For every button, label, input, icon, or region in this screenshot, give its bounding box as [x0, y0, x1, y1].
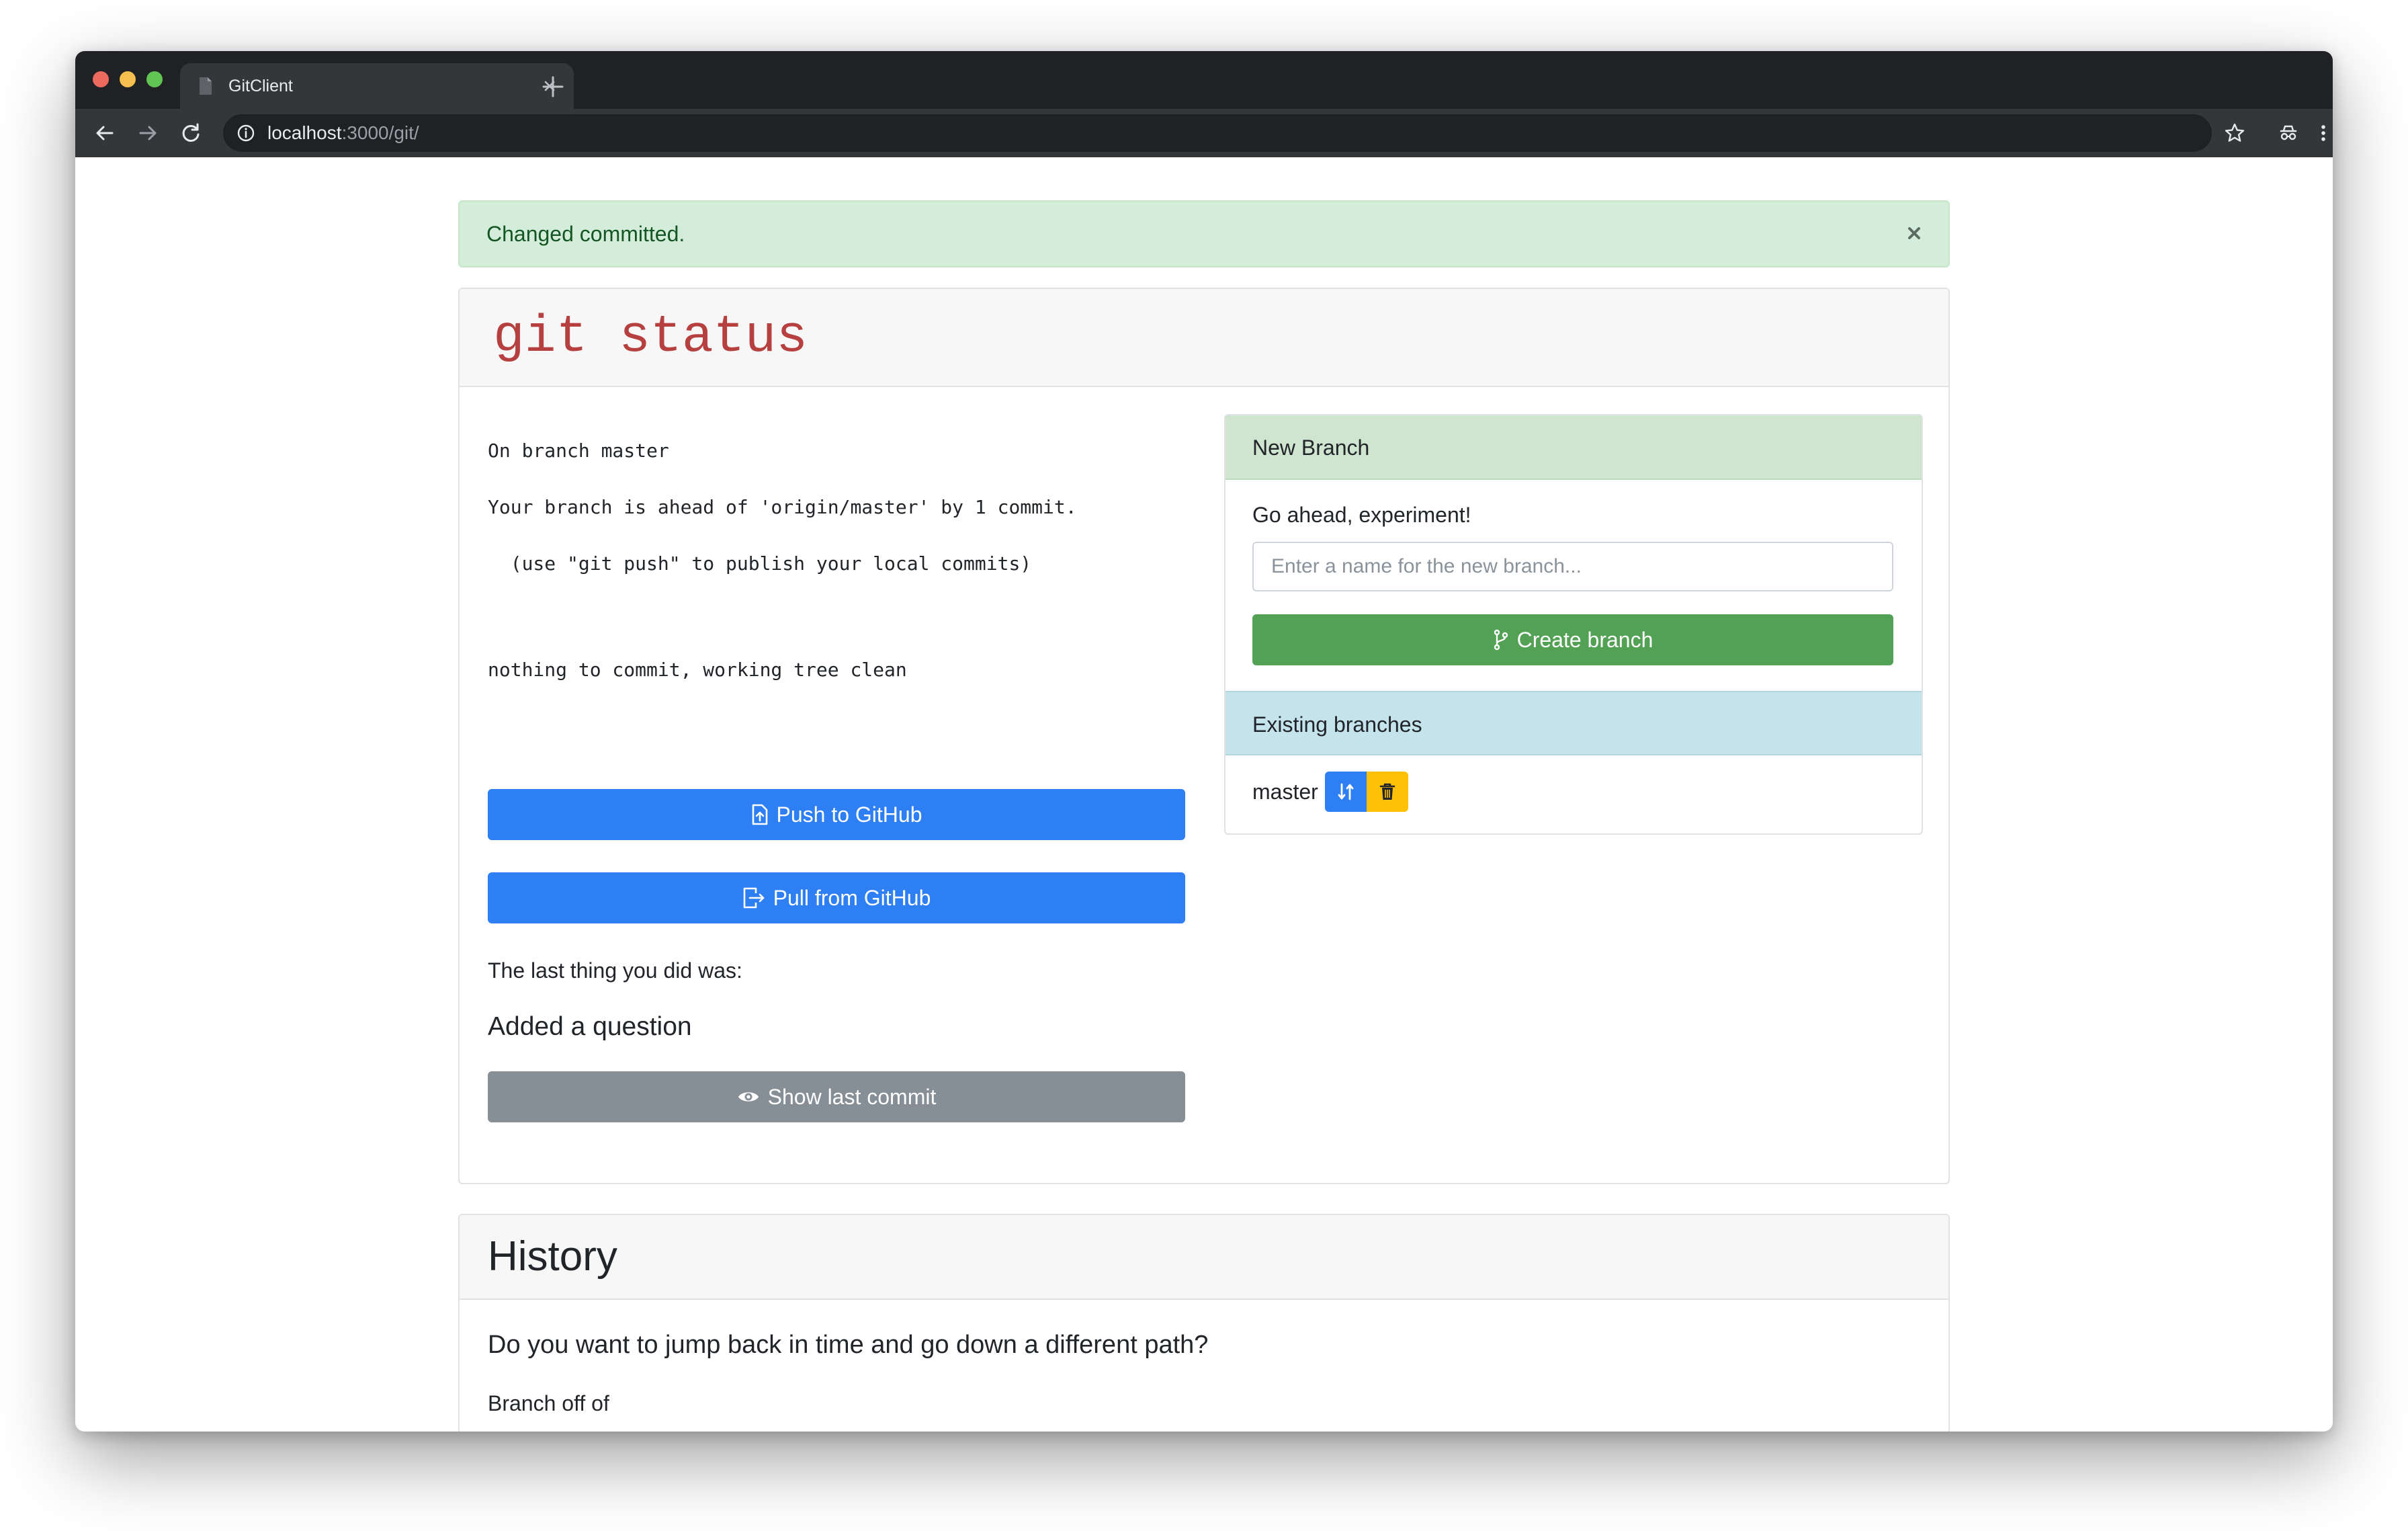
- status-output-line: On branch master: [488, 440, 669, 462]
- bookmark-star-icon[interactable]: [2223, 121, 2247, 145]
- eye-icon: [738, 1092, 759, 1102]
- url-path: :3000/git/: [341, 122, 419, 143]
- code-branch-icon: [1494, 629, 1508, 651]
- file-upload-icon: [752, 804, 767, 825]
- new-branch-prompt: Go ahead, experiment!: [1252, 503, 1471, 527]
- url-host: localhost: [267, 122, 342, 143]
- forward-arrow-icon[interactable]: [136, 121, 160, 145]
- tab-title: GitClient: [228, 77, 293, 95]
- branch-panel: New Branch Go ahead, experiment! Enter a…: [1224, 414, 1923, 835]
- reload-icon[interactable]: [179, 121, 203, 145]
- minimize-window-button[interactable]: [120, 71, 136, 87]
- browser-window: GitClient localhost:3000/git/ Changed co…: [75, 51, 2333, 1432]
- history-title: History: [488, 1233, 617, 1280]
- address-bar[interactable]: localhost:3000/git/: [223, 114, 2212, 152]
- url-text: localhost:3000/git/: [267, 114, 419, 152]
- incognito-icon[interactable]: [2276, 121, 2300, 145]
- checkout-branch-button[interactable]: [1325, 772, 1367, 812]
- close-window-button[interactable]: [93, 71, 109, 87]
- document-icon: [200, 77, 212, 95]
- show-last-commit-label: Show last commit: [767, 1085, 937, 1109]
- tab-strip: GitClient: [75, 51, 2333, 109]
- status-output-line: Your branch is ahead of 'origin/master' …: [488, 496, 1077, 518]
- trash-icon: [1379, 783, 1395, 800]
- alert-message: Changed committed.: [486, 222, 685, 246]
- pull-label: Pull from GitHub: [773, 886, 931, 910]
- back-arrow-icon[interactable]: [93, 121, 117, 145]
- new-branch-name-input[interactable]: [1252, 542, 1893, 591]
- create-branch-button[interactable]: Create branch: [1252, 614, 1893, 665]
- push-button[interactable]: Push to GitHub: [488, 789, 1185, 840]
- status-card-header: git status: [460, 289, 1948, 387]
- tab-gitclient[interactable]: GitClient: [180, 63, 574, 109]
- success-alert: Changed committed.: [458, 200, 1950, 267]
- push-label: Push to GitHub: [776, 802, 922, 827]
- page-viewport: Changed committed. git status On branch …: [75, 157, 2333, 1432]
- pull-button[interactable]: Pull from GitHub: [488, 872, 1185, 923]
- new-tab-icon[interactable]: [520, 73, 586, 101]
- history-card-header: History: [460, 1215, 1948, 1300]
- screenshot-stage: GitClient localhost:3000/git/ Changed co…: [0, 0, 2408, 1531]
- last-thing-label: The last thing you did was:: [488, 958, 742, 983]
- status-output-line: nothing to commit, working tree clean: [488, 659, 907, 681]
- history-card: History Do you want to jump back in time…: [458, 1214, 1950, 1432]
- status-card: git status On branch master Your branch …: [458, 288, 1950, 1184]
- branch-off-label: Branch off of: [488, 1391, 609, 1415]
- info-icon[interactable]: [236, 124, 255, 142]
- new-branch-header: New Branch: [1226, 415, 1922, 480]
- existing-branches-header: Existing branches: [1226, 691, 1922, 755]
- delete-branch-button[interactable]: [1367, 772, 1408, 812]
- show-last-commit-button[interactable]: Show last commit: [488, 1071, 1185, 1122]
- browser-toolbar: localhost:3000/git/: [75, 109, 2333, 157]
- status-title: git status: [493, 308, 808, 367]
- menu-kebab-icon[interactable]: [2317, 121, 2330, 145]
- last-commit-message: Added a question: [488, 1012, 692, 1041]
- zoom-window-button[interactable]: [146, 71, 163, 87]
- sync-icon: [1338, 783, 1354, 800]
- branch-name-master: master: [1252, 780, 1318, 804]
- create-branch-label: Create branch: [1516, 628, 1653, 652]
- status-output-line: (use "git push" to publish your local co…: [488, 552, 1032, 575]
- close-alert-icon[interactable]: [1904, 223, 1924, 243]
- file-export-icon: [743, 887, 764, 909]
- history-question: Do you want to jump back in time and go …: [488, 1331, 1209, 1359]
